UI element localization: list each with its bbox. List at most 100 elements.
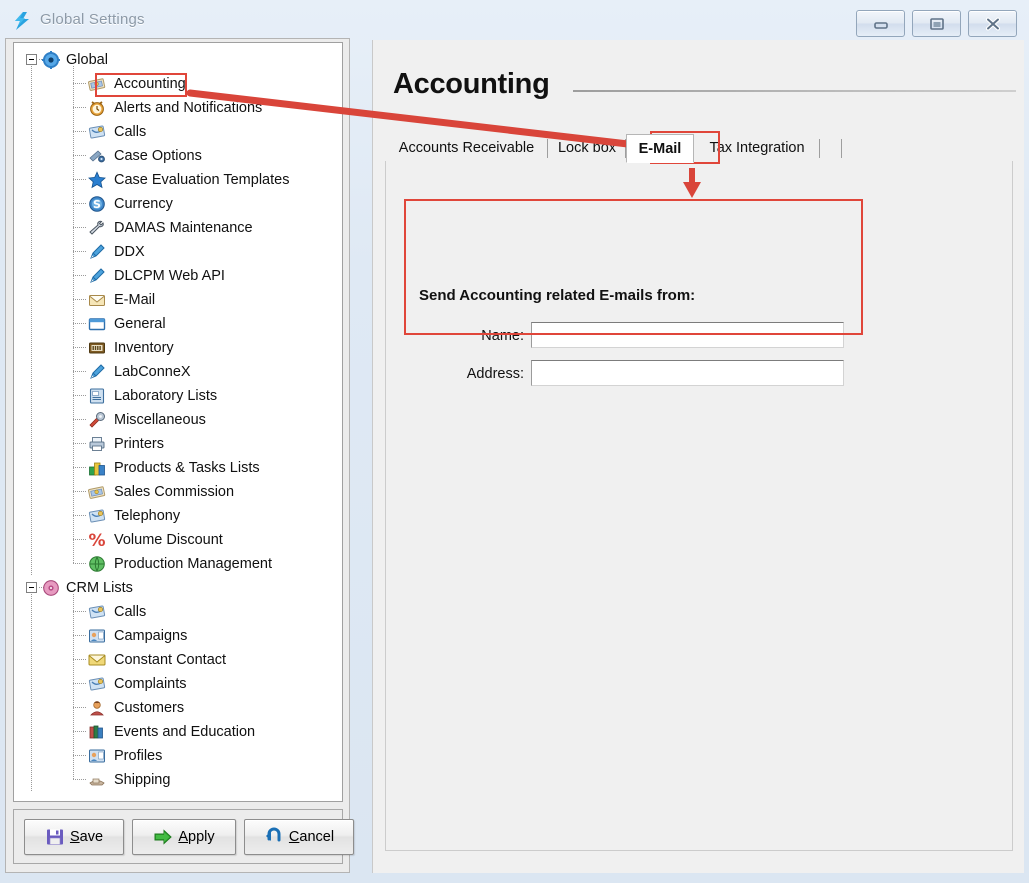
cancel-button[interactable]: Cancel — [244, 819, 354, 855]
tree-item-laboratory-lists[interactable]: Laboratory Lists — [14, 384, 342, 408]
tree-item-crm-lists[interactable]: CRM Lists — [14, 576, 342, 600]
apply-button[interactable]: Apply — [132, 819, 236, 855]
tree-item-label: Currency — [114, 196, 173, 212]
tree-item-global[interactable]: Global — [14, 48, 342, 72]
case-options-icon — [88, 147, 106, 165]
content-panel: Accounting Accounts Receivable Lock box E-… — [372, 40, 1024, 873]
tree-item-label: Alerts and Notifications — [114, 100, 263, 116]
tree-item-currency[interactable]: S Currency — [14, 192, 342, 216]
tree-item-general[interactable]: General — [14, 312, 342, 336]
tab-label: Accounts Receivable — [398, 140, 535, 156]
people-card-icon — [88, 747, 106, 765]
money-icon — [88, 75, 106, 93]
tree-item-sales-commission[interactable]: Sales Commission — [14, 480, 342, 504]
tree-item-shipping[interactable]: Shipping — [14, 768, 342, 792]
tree-item-label: Events and Education — [114, 724, 256, 740]
tree-item-label: Global — [66, 52, 108, 68]
tree-item-profiles[interactable]: Profiles — [14, 744, 342, 768]
tree-item-label: E-Mail — [114, 292, 156, 308]
tree-item-label: Constant Contact — [114, 652, 227, 668]
phone-note-icon — [88, 675, 106, 693]
apply-label: Apply — [178, 829, 215, 845]
tree-item-printers[interactable]: Printers — [14, 432, 342, 456]
window-title: Global Settings — [40, 11, 145, 28]
tree-item-label: Calls — [114, 604, 147, 620]
tree-item-label: Telephony — [114, 508, 181, 524]
pink-disc-icon — [42, 579, 60, 597]
tree-item-volume-discount[interactable]: % Volume Discount — [14, 528, 342, 552]
tree-item-label: Profiles — [114, 748, 163, 764]
inventory-box-icon — [88, 339, 106, 357]
phone-note-icon — [88, 603, 106, 621]
tab-tax-integration[interactable]: Tax Integration — [694, 135, 820, 162]
title-divider — [573, 90, 1016, 92]
tree-item-inventory[interactable]: Inventory — [14, 336, 342, 360]
cancel-accel: C — [288, 829, 300, 845]
tree-item-case-options[interactable]: Case Options — [14, 144, 342, 168]
tab-label: Lock box — [557, 140, 617, 156]
settings-tree[interactable]: Global Accounting Alerts and Notifications… — [13, 42, 343, 802]
tree-item-label: Complaints — [114, 676, 187, 692]
tree-item-events-and-education[interactable]: Events and Education — [14, 720, 342, 744]
tree-item-label: CRM Lists — [66, 580, 133, 596]
dollar-globe-icon: S — [88, 195, 106, 213]
tree-item-alerts-and-notifications[interactable]: Alerts and Notifications — [14, 96, 342, 120]
address-input[interactable] — [531, 360, 844, 386]
tree-item-label: Production Management — [114, 556, 272, 572]
save-label: Save — [69, 829, 104, 845]
tree-item-customers[interactable]: Customers — [14, 696, 342, 720]
window-icon — [88, 315, 106, 333]
yellow-envelope-icon — [88, 651, 106, 669]
blue-pen-icon — [88, 243, 106, 261]
tree-item-ddx[interactable]: DDX — [14, 240, 342, 264]
tree-item-label: General — [114, 316, 166, 332]
tree-item-e-mail[interactable]: E-Mail — [14, 288, 342, 312]
window-controls — [856, 10, 1017, 37]
tree-item-constant-contact[interactable]: Constant Contact — [14, 648, 342, 672]
tab-e-mail[interactable]: E-Mail — [626, 134, 694, 163]
svg-text:S: S — [93, 198, 101, 211]
tree-item-products-tasks-lists[interactable]: Products & Tasks Lists — [14, 456, 342, 480]
tree-item-case-evaluation-templates[interactable]: Case Evaluation Templates — [14, 168, 342, 192]
tree-item-label: DDX — [114, 244, 145, 260]
tree-item-label: Printers — [114, 436, 164, 452]
green-arrow-icon — [153, 827, 173, 847]
tree-item-damas-maintenance[interactable]: DAMAS Maintenance — [14, 216, 342, 240]
tree-expander[interactable] — [26, 582, 37, 593]
tree-item-complaints[interactable]: Complaints — [14, 672, 342, 696]
tree-item-calls[interactable]: Calls — [14, 600, 342, 624]
tab-strip: Accounts Receivable Lock box E-Mail Tax Int… — [385, 134, 1013, 163]
title-bar: Global Settings — [0, 0, 1029, 38]
tree-item-label: Customers — [114, 700, 185, 716]
page-title: Accounting — [393, 68, 550, 100]
tree-item-label: Volume Discount — [114, 532, 223, 548]
tree-item-label: Sales Commission — [114, 484, 235, 500]
tree-item-label: Shipping — [114, 772, 171, 788]
tree-item-label: Miscellaneous — [114, 412, 206, 428]
tree-item-dlcpm-web-api[interactable]: DLCPM Web API — [14, 264, 342, 288]
tree-item-labconnex[interactable]: LabConneX — [14, 360, 342, 384]
tree-item-label: DAMAS Maintenance — [114, 220, 253, 236]
tree-expander[interactable] — [26, 54, 37, 65]
books-icon — [88, 723, 106, 741]
blue-pen-icon — [88, 363, 106, 381]
maximize-button[interactable] — [912, 10, 961, 37]
tree-item-accounting[interactable]: Accounting — [14, 72, 342, 96]
tree-item-telephony[interactable]: Telephony — [14, 504, 342, 528]
name-input[interactable] — [531, 322, 844, 348]
tree-item-miscellaneous[interactable]: Miscellaneous — [14, 408, 342, 432]
tab-lock-box[interactable]: Lock box — [548, 135, 626, 162]
gear-blue-icon — [42, 51, 60, 69]
blue-pen-icon — [88, 267, 106, 285]
tree-item-calls[interactable]: Calls — [14, 120, 342, 144]
people-card-icon — [88, 627, 106, 645]
tree-item-campaigns[interactable]: Campaigns — [14, 624, 342, 648]
shipping-icon — [88, 771, 106, 789]
tab-accounts-receivable[interactable]: Accounts Receivable — [385, 135, 548, 162]
tree-item-label: Case Options — [114, 148, 202, 164]
close-button[interactable] — [968, 10, 1017, 37]
save-button[interactable]: Save — [24, 819, 124, 855]
tree-item-production-management[interactable]: Production Management — [14, 552, 342, 576]
percent-icon: % — [88, 531, 106, 551]
minimize-button[interactable] — [856, 10, 905, 37]
